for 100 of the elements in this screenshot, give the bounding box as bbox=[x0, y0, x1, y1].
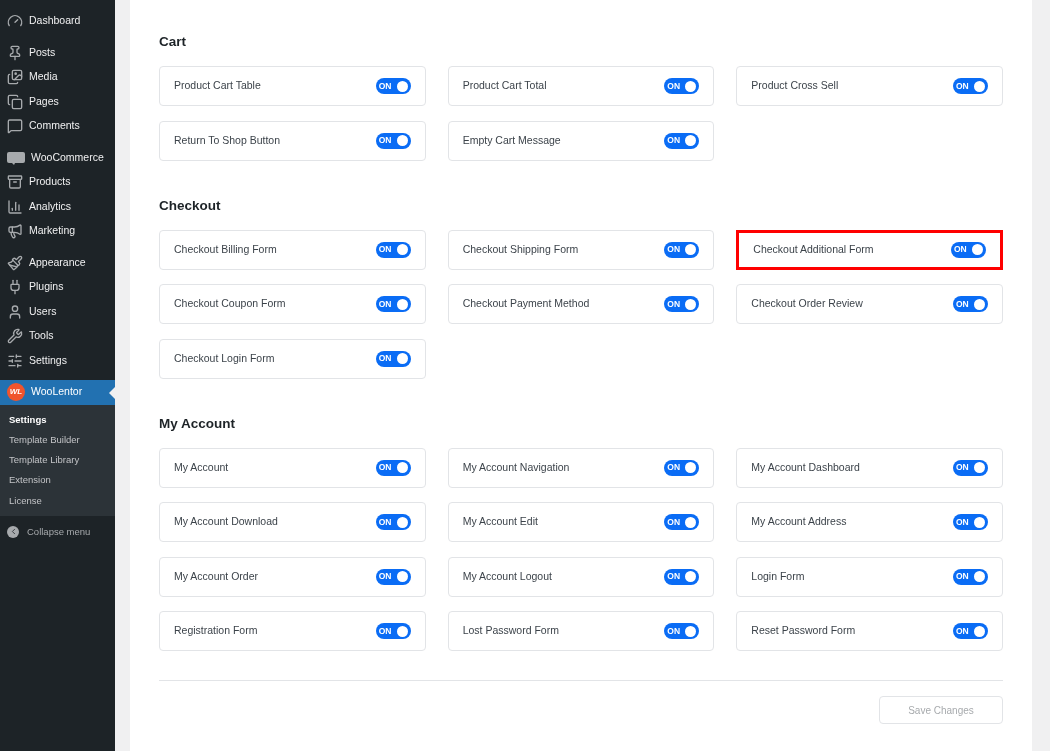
woo-logo-icon bbox=[7, 150, 25, 165]
section-heading: Cart bbox=[159, 33, 187, 51]
toggle-knob bbox=[396, 571, 408, 582]
toggle-knob bbox=[396, 80, 408, 92]
toggle-switch[interactable]: ON bbox=[953, 514, 988, 530]
sidebar-item[interactable]: Plugins bbox=[0, 275, 115, 300]
toggle-switch[interactable]: ON bbox=[664, 514, 700, 530]
toggle-knob bbox=[396, 298, 408, 310]
sidebar-item[interactable]: WL WooLentor bbox=[0, 380, 115, 405]
toggle-knob bbox=[396, 625, 408, 637]
setting-label: Lost Password Form bbox=[462, 623, 559, 639]
sidebar-item[interactable]: WooCommerce bbox=[0, 145, 115, 170]
toggle-switch[interactable]: ON bbox=[953, 296, 988, 312]
submenu-item[interactable]: Template Library bbox=[0, 450, 115, 471]
toggle-switch[interactable]: ON bbox=[953, 78, 988, 94]
brush-icon bbox=[7, 254, 23, 271]
sidebar-item[interactable]: Pages bbox=[0, 89, 115, 114]
user-icon bbox=[7, 303, 23, 320]
toggle-knob bbox=[974, 625, 985, 637]
setting-label: My Account bbox=[174, 459, 229, 475]
sidebar-item[interactable]: Media bbox=[0, 65, 115, 90]
toggle-knob bbox=[974, 80, 985, 92]
bar-chart-icon bbox=[7, 198, 23, 215]
toggle-knob bbox=[974, 571, 985, 582]
setting-label: Checkout Billing Form bbox=[174, 241, 277, 257]
toggle-switch[interactable]: ON bbox=[953, 459, 988, 476]
toggle-switch[interactable]: ON bbox=[375, 78, 411, 94]
setting-label: My Account Edit bbox=[462, 514, 538, 530]
setting-label: Checkout Order Review bbox=[751, 296, 863, 312]
toggle-switch[interactable]: ON bbox=[375, 296, 411, 312]
wrench-icon bbox=[7, 328, 23, 345]
setting-label: My Account Address bbox=[751, 514, 847, 530]
sidebar-item[interactable]: Settings bbox=[0, 348, 115, 373]
sidebar-item[interactable]: Analytics bbox=[0, 194, 115, 219]
submenu-item[interactable]: Extension bbox=[0, 470, 115, 491]
toggle-switch[interactable]: ON bbox=[664, 241, 700, 258]
submenu-item[interactable]: License bbox=[0, 490, 115, 511]
sidebar-item[interactable]: Tools bbox=[0, 324, 115, 349]
toggle-knob bbox=[685, 298, 697, 310]
sidebar-item[interactable]: Appearance bbox=[0, 250, 115, 275]
plug-icon bbox=[7, 279, 23, 296]
sidebar-item[interactable]: Dashboard bbox=[0, 9, 115, 34]
sidebar-item[interactable]: Users bbox=[0, 299, 115, 324]
toggle-switch[interactable]: ON bbox=[953, 623, 988, 639]
images-icon bbox=[7, 69, 23, 86]
setting-label: My Account Download bbox=[174, 514, 278, 530]
setting-label: Return To Shop Button bbox=[174, 132, 281, 148]
toggle-switch[interactable]: ON bbox=[664, 623, 700, 639]
section-heading: My Account bbox=[159, 414, 236, 433]
setting-label: My Account Dashboard bbox=[751, 459, 860, 475]
sidebar-item[interactable]: Marketing bbox=[0, 219, 115, 244]
sidebar-item[interactable]: Products bbox=[0, 170, 115, 195]
toggle-knob bbox=[685, 462, 697, 473]
toggle-switch[interactable]: ON bbox=[664, 132, 700, 149]
toggle-knob bbox=[396, 516, 408, 528]
toggle-switch[interactable]: ON bbox=[375, 568, 411, 585]
logo-icon: WL bbox=[7, 383, 25, 402]
submenu-item[interactable]: Template Builder bbox=[0, 429, 115, 451]
toggle-switch[interactable]: ON bbox=[664, 78, 700, 94]
archive-icon bbox=[7, 174, 23, 191]
toggle-knob bbox=[396, 462, 408, 473]
submenu-item[interactable]: Settings bbox=[0, 409, 115, 430]
setting-label: Product Cart Table bbox=[174, 78, 261, 94]
setting-label: Reset Password Form bbox=[751, 623, 856, 639]
collapse-menu-button[interactable]: Collapse menu bbox=[0, 521, 115, 543]
toggle-knob bbox=[396, 135, 408, 146]
pages-icon bbox=[7, 93, 23, 110]
toggle-switch[interactable]: ON bbox=[375, 459, 411, 476]
setting-label: My Account Navigation bbox=[462, 459, 570, 475]
pin-icon bbox=[7, 44, 23, 61]
sidebar-item[interactable]: Posts bbox=[0, 40, 115, 65]
toggle-switch[interactable]: ON bbox=[951, 241, 986, 258]
setting-label: Checkout Payment Method bbox=[462, 296, 590, 312]
toggle-knob bbox=[685, 244, 697, 255]
toggle-switch[interactable]: ON bbox=[375, 350, 411, 367]
sliders-icon bbox=[7, 352, 23, 369]
toggle-switch[interactable]: ON bbox=[375, 132, 411, 149]
setting-label: Product Cart Total bbox=[462, 78, 547, 94]
toggle-knob bbox=[974, 462, 985, 473]
setting-label: Checkout Shipping Form bbox=[462, 241, 579, 257]
megaphone-icon bbox=[7, 223, 23, 240]
toggle-knob bbox=[396, 244, 408, 255]
toggle-knob bbox=[396, 353, 408, 364]
toggle-switch[interactable]: ON bbox=[953, 568, 988, 585]
toggle-switch[interactable]: ON bbox=[664, 459, 700, 476]
toggle-switch[interactable]: ON bbox=[375, 623, 411, 639]
toggle-switch[interactable]: ON bbox=[664, 568, 700, 585]
toggle-switch[interactable]: ON bbox=[664, 296, 700, 312]
toggle-switch[interactable]: ON bbox=[375, 514, 411, 530]
setting-label: Checkout Coupon Form bbox=[174, 296, 286, 312]
setting-label: Registration Form bbox=[174, 623, 258, 639]
section-heading: Checkout bbox=[159, 196, 222, 215]
toggle-knob bbox=[685, 516, 697, 528]
setting-label: Empty Cart Message bbox=[462, 132, 561, 148]
toggle-knob bbox=[685, 80, 697, 92]
sidebar-item[interactable]: Comments bbox=[0, 114, 115, 139]
toggle-knob bbox=[974, 298, 985, 310]
setting-label: My Account Logout bbox=[462, 568, 552, 584]
setting-label: Product Cross Sell bbox=[751, 78, 839, 94]
toggle-switch[interactable]: ON bbox=[375, 241, 411, 258]
